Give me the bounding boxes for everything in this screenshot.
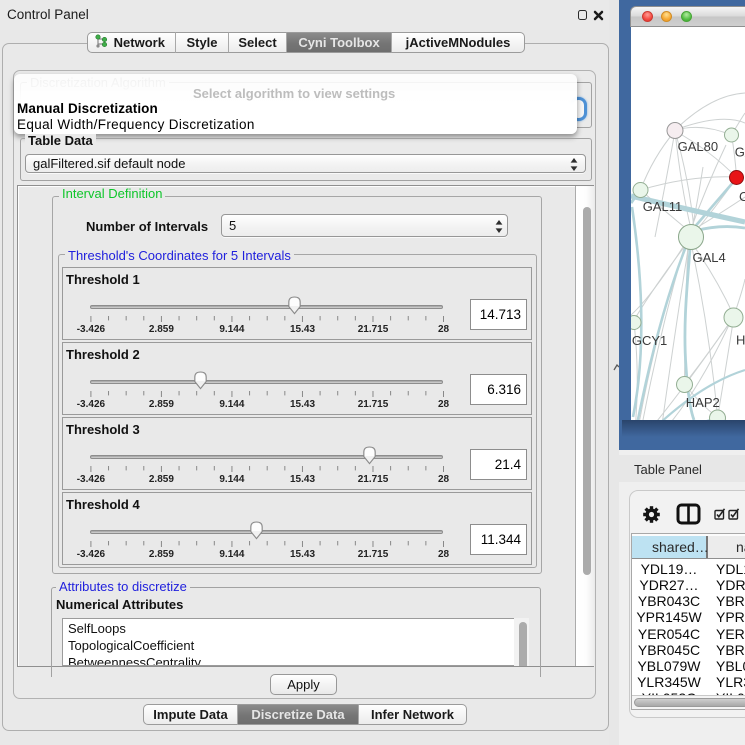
svg-text:CY: CY [739, 189, 745, 204]
svg-text:HAP2: HAP2 [686, 395, 720, 410]
svg-text:HA: HA [736, 333, 745, 348]
svg-text:GAL4: GAL4 [693, 250, 726, 265]
svg-text:GA: GA [735, 145, 745, 160]
svg-text:GAL11: GAL11 [643, 199, 683, 214]
svg-text:GCY1: GCY1 [632, 333, 667, 348]
svg-text:GAL80: GAL80 [678, 139, 718, 154]
